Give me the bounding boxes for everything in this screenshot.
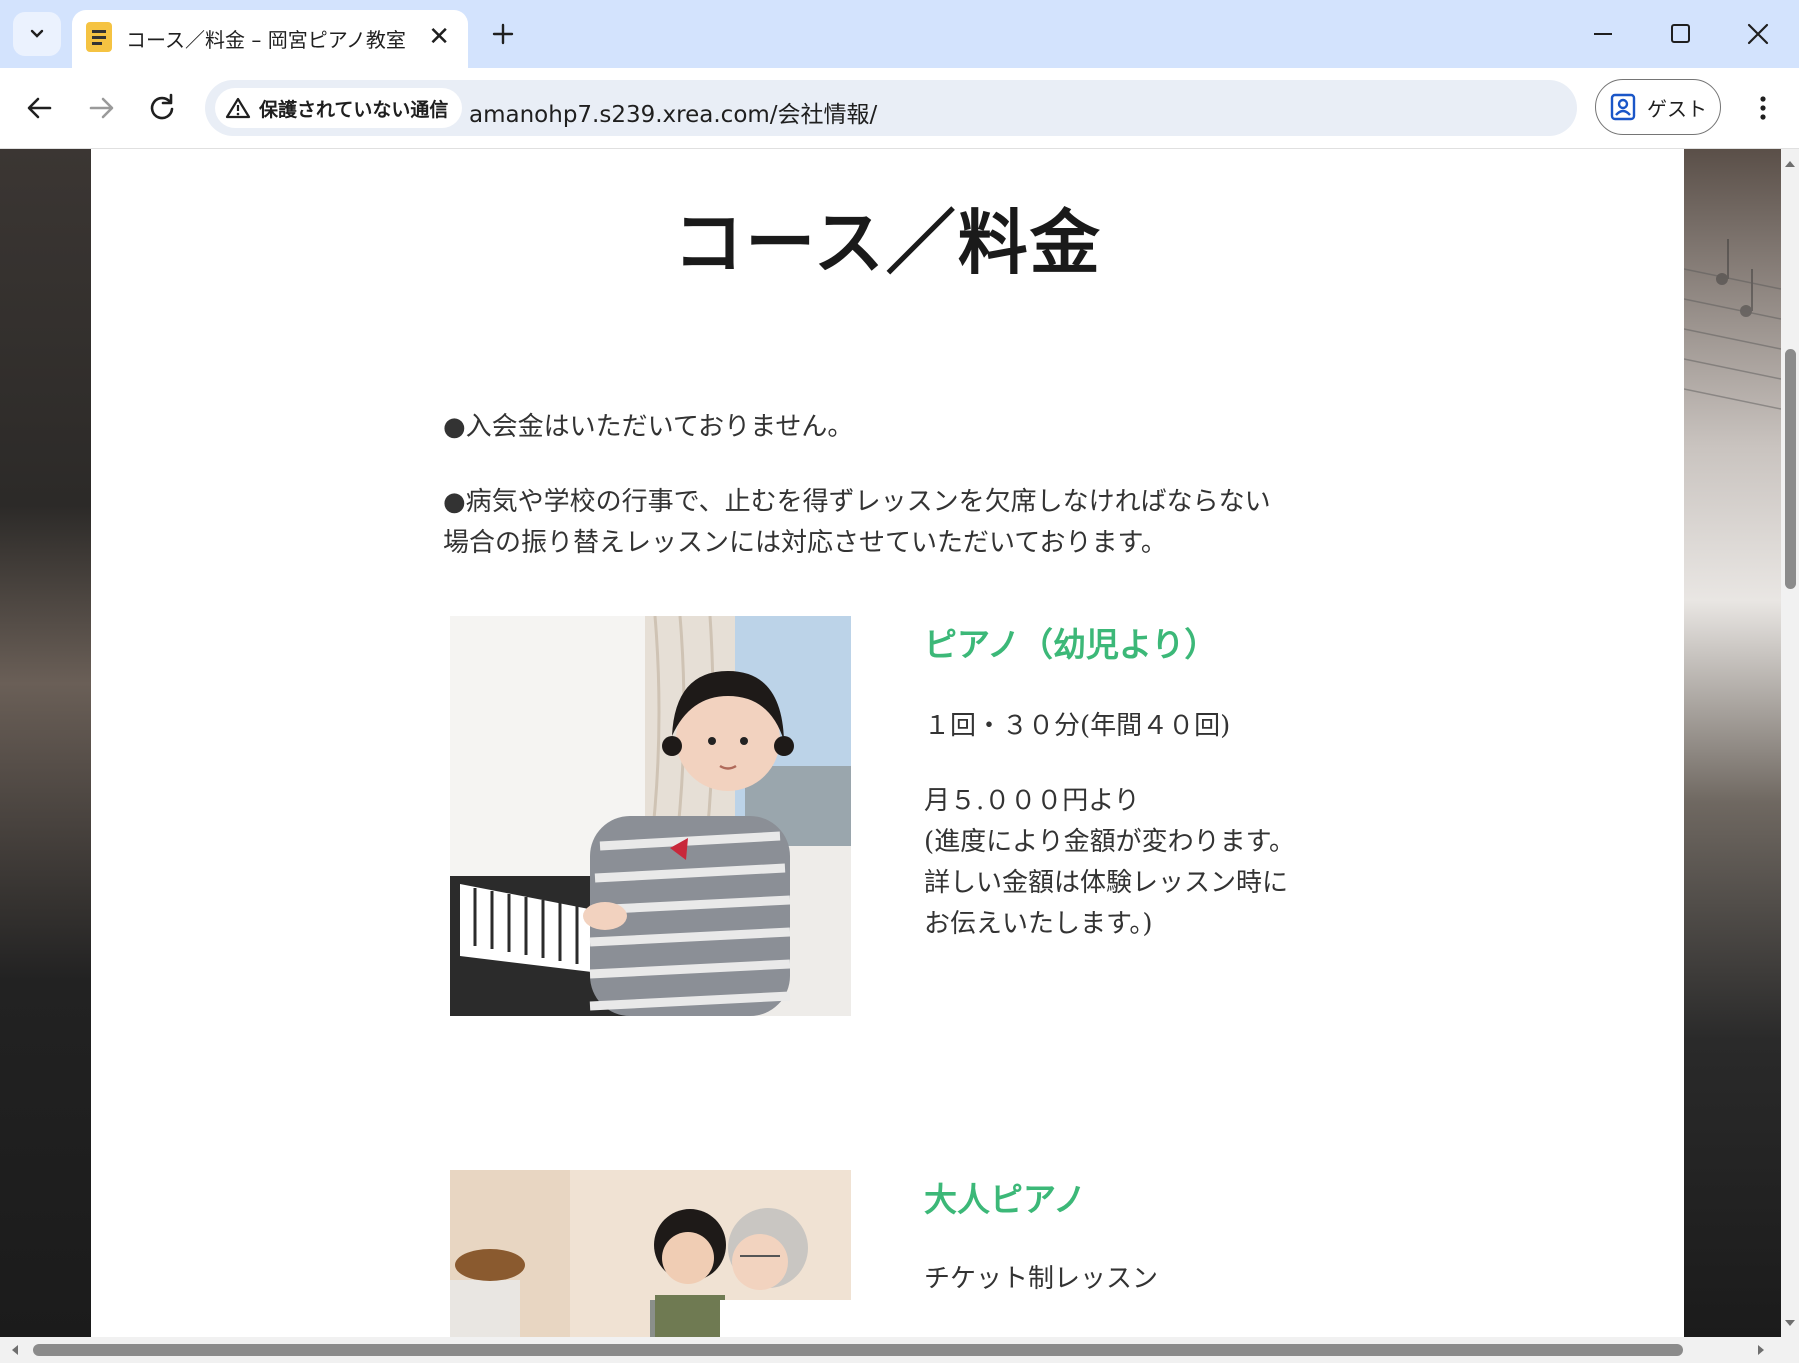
arrow-right-icon	[89, 97, 114, 119]
security-label: 保護されていない通信	[259, 98, 449, 121]
profile-button[interactable]: ゲスト	[1595, 79, 1721, 135]
browser-menu-button[interactable]	[1748, 86, 1778, 130]
active-tab[interactable]: コース／料金 – 岡宮ピアノ教室 ✕	[72, 10, 468, 68]
url-text[interactable]: amanohp7.s239.xrea.com/会社情報/	[469, 95, 877, 129]
course-kids-price: 月５.０００円より	[924, 786, 1140, 816]
scroll-left-arrow-icon[interactable]	[6, 1337, 24, 1363]
chevron-down-icon	[30, 29, 44, 38]
page-title: コース／料金	[673, 202, 1102, 284]
scroll-right-arrow-icon[interactable]	[1752, 1337, 1770, 1363]
close-icon	[1747, 23, 1769, 45]
page-viewport: コース／料金 ●入会金はいただいておりません。 ●病気や学校の行事で、止むを得ず…	[0, 149, 1781, 1337]
profile-label: ゲスト	[1647, 96, 1707, 121]
child-piano-photo	[450, 616, 851, 1016]
minimize-icon	[1594, 33, 1612, 35]
more-vertical-icon	[1760, 96, 1766, 120]
adult-piano-photo	[450, 1170, 851, 1337]
minimize-button[interactable]	[1578, 14, 1628, 54]
plus-icon	[492, 23, 514, 45]
scroll-down-arrow-icon[interactable]	[1781, 1314, 1799, 1332]
sheet-music-decoration	[1684, 239, 1781, 410]
course-title-adult-piano: 大人ピアノ	[924, 1180, 1087, 1219]
arrow-left-icon	[27, 97, 52, 119]
scroll-up-arrow-icon[interactable]	[1781, 155, 1799, 173]
background-photo-left	[0, 149, 91, 1337]
horizontal-scrollbar[interactable]	[0, 1337, 1799, 1363]
warning-icon	[225, 97, 251, 119]
maximize-button[interactable]	[1655, 14, 1705, 54]
forward-button[interactable]	[79, 86, 123, 130]
security-chip[interactable]: 保護されていない通信	[215, 88, 463, 128]
maximize-icon	[1671, 24, 1690, 43]
course-adult-ticket: チケット制レッスン	[924, 1264, 1159, 1294]
close-window-button[interactable]	[1733, 14, 1783, 54]
notice-makeup-lesson-line2: 場合の振り替えレッスンには対応させていただいております。	[443, 528, 1167, 558]
course-kids-note-line1: (進度により金額が変わります。	[924, 827, 1296, 857]
browser-toolbar: 保護されていない通信 amanohp7.s239.xrea.com/会社情報/ …	[0, 68, 1799, 149]
course-kids-note-line2: 詳しい金額は体験レッスン時に	[924, 868, 1289, 898]
content-page: コース／料金 ●入会金はいただいておりません。 ●病気や学校の行事で、止むを得ず…	[91, 149, 1684, 1337]
tab-strip: コース／料金 – 岡宮ピアノ教室 ✕	[0, 0, 1799, 68]
horizontal-scrollbar-thumb[interactable]	[33, 1344, 1683, 1356]
notice-entrance-fee: ●入会金はいただいておりません。	[443, 412, 854, 442]
site-favicon-icon	[86, 22, 112, 52]
new-tab-button[interactable]	[488, 14, 518, 54]
tab-title: コース／料金 – 岡宮ピアノ教室	[126, 28, 406, 52]
profile-icon	[1610, 93, 1636, 121]
tab-search-button[interactable]	[13, 12, 61, 56]
address-bar[interactable]: 保護されていない通信 amanohp7.s239.xrea.com/会社情報/	[205, 80, 1577, 136]
background-photo-right	[1684, 149, 1781, 1337]
vertical-scrollbar-thumb[interactable]	[1785, 349, 1796, 589]
course-kids-note-line3: お伝えいたします。)	[924, 909, 1153, 939]
notice-makeup-lesson-line1: ●病気や学校の行事で、止むを得ずレッスンを欠席しなければならない	[443, 487, 1271, 517]
reload-icon	[150, 93, 174, 120]
vertical-scrollbar[interactable]	[1781, 149, 1799, 1337]
course-kids-schedule: １回・３０分(年間４０回)	[924, 711, 1231, 741]
reload-button[interactable]	[140, 86, 184, 130]
tab-close-icon[interactable]: ✕	[428, 24, 450, 50]
back-button[interactable]	[18, 86, 62, 130]
course-title-kids-piano: ピアノ（幼児より）	[924, 625, 1218, 664]
